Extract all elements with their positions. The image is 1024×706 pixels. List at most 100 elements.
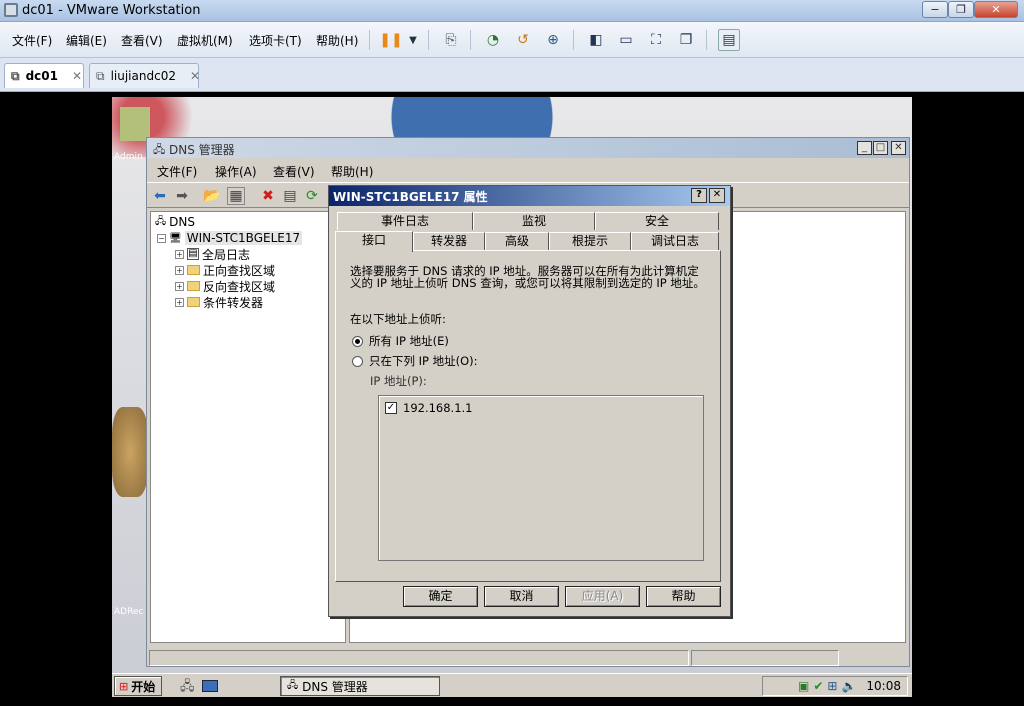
delete-icon[interactable]: ✖ — [259, 187, 277, 205]
menu-help[interactable]: 帮助(H) — [316, 32, 358, 49]
dns-titlebar: 🖧 DNS 管理器 _ □ ✕ — [147, 138, 909, 158]
taskbar-item-dns[interactable]: 🖧 DNS 管理器 — [280, 676, 440, 696]
toolbar-separator — [369, 30, 370, 50]
tree-node-server[interactable]: − 🖥 WIN-STC1BGELE17 — [157, 230, 303, 246]
tree-label: 全局日志 — [202, 247, 251, 262]
console-view-icon[interactable]: ▭ — [615, 29, 637, 51]
tab-event-log[interactable]: 事件日志 — [337, 212, 473, 230]
revert-snapshot-icon[interactable]: ↺ — [512, 29, 534, 51]
send-keys-icon[interactable]: ⎘ — [440, 29, 462, 51]
desktop-icon-label: Admin — [114, 152, 143, 162]
toolbar-separator — [428, 30, 429, 50]
tab-liujiandc02[interactable]: ⧉ liujiandc02 ✕ — [89, 63, 200, 88]
tree-label: DNS — [169, 215, 195, 229]
maximize-button[interactable]: □ — [873, 141, 888, 155]
tab-security[interactable]: 安全 — [595, 212, 719, 230]
volume-icon[interactable]: 🔈 — [841, 679, 856, 693]
unity-icon[interactable]: ❐ — [675, 29, 697, 51]
restore-button[interactable]: ❐ — [948, 1, 974, 18]
desktop-icon[interactable] — [120, 107, 150, 141]
menu-help[interactable]: 帮助(H) — [331, 163, 373, 180]
show-hide-tree-icon[interactable]: ▦ — [227, 187, 245, 205]
back-arrow-icon[interactable]: ⬅ — [151, 187, 169, 205]
tab-root-hints[interactable]: 根提示 — [549, 232, 631, 250]
tab-forwarders[interactable]: 转发器 — [413, 232, 485, 250]
tree-node-conditional-forwarders[interactable]: + 条件转发器 — [175, 294, 263, 310]
tree-node-dns[interactable]: 🖧 DNS — [155, 214, 195, 230]
properties-icon[interactable]: ▤ — [281, 187, 299, 205]
minimize-button[interactable]: _ — [857, 141, 872, 155]
menu-action[interactable]: 操作(A) — [215, 163, 257, 180]
dns-window-title: DNS 管理器 — [169, 143, 235, 157]
collapse-icon[interactable]: − — [157, 233, 166, 243]
cancel-button[interactable]: 取消 — [484, 586, 559, 607]
list-item[interactable]: ✓ 192.168.1.1 — [385, 402, 473, 414]
clock: 10:08 — [866, 679, 901, 693]
expand-icon[interactable]: + — [175, 281, 184, 291]
forward-arrow-icon[interactable]: ➡ — [173, 187, 191, 205]
sidebar-toggle-icon[interactable]: ◧ — [585, 29, 607, 51]
expand-icon[interactable]: + — [175, 249, 184, 259]
guest-screen[interactable]: Admin ADRec 🖧 DNS 管理器 _ □ ✕ 文件(F) 操作(A) … — [112, 97, 912, 697]
close-icon[interactable]: ✕ — [72, 69, 82, 83]
radio-icon — [352, 355, 363, 367]
ip-address-list: ✓ 192.168.1.1 — [378, 395, 704, 561]
close-button[interactable]: ✕ — [709, 188, 725, 203]
help-button[interactable]: 帮助 — [646, 586, 721, 607]
tab-advanced[interactable]: 高级 — [485, 232, 549, 250]
menu-tabs[interactable]: 选项卡(T) — [249, 32, 302, 49]
server-icon: 🖥 — [169, 232, 182, 244]
radio-all-addresses[interactable]: 所有 IP 地址(E) — [352, 335, 449, 347]
tab-interfaces[interactable]: 接口 — [335, 231, 413, 252]
vm-icon: ⧉ — [11, 68, 20, 83]
menu-file[interactable]: 文件(F) — [12, 32, 52, 49]
ip-address: 192.168.1.1 — [403, 401, 473, 415]
menu-view[interactable]: 查看(V) — [273, 163, 315, 180]
radio-selected-icon — [352, 335, 363, 347]
tab-dc01[interactable]: ⧉ dc01 ✕ — [4, 63, 84, 88]
ok-button[interactable]: 确定 — [403, 586, 478, 607]
close-button[interactable]: ✕ — [974, 1, 1018, 18]
interfaces-tab-panel: 选择要服务于 DNS 请求的 IP 地址。服务器可以在所有为此计算机定义的 IP… — [335, 250, 721, 582]
toolbar-separator — [573, 30, 574, 50]
apply-button[interactable]: 应用(A) — [565, 586, 640, 607]
dns-server-icon: 🖧 — [153, 143, 166, 156]
tab-label: dc01 — [25, 69, 58, 83]
chevron-down-icon[interactable]: ▼ — [402, 29, 424, 51]
network-icon[interactable]: ⊞ — [827, 679, 837, 693]
tree-node-reverse-zones[interactable]: + 反向查找区域 — [175, 278, 275, 294]
tab-monitoring[interactable]: 监视 — [473, 212, 595, 230]
pause-icon[interactable]: ❚❚ — [379, 29, 402, 51]
tab-debug-logging[interactable]: 调试日志 — [631, 232, 719, 250]
vmware-tabbar: ⧉ dc01 ✕ ⧉ liujiandc02 ✕ — [0, 58, 1024, 92]
start-button[interactable]: ⊞ 开始 — [114, 676, 162, 696]
tree-node-forward-zones[interactable]: + 正向查找区域 — [175, 262, 275, 278]
close-icon[interactable]: ✕ — [190, 69, 200, 83]
minimize-button[interactable]: − — [922, 1, 948, 18]
close-button[interactable]: ✕ — [891, 141, 906, 155]
wallpaper-object — [112, 407, 148, 497]
menu-edit[interactable]: 编辑(E) — [66, 32, 107, 49]
menu-vm[interactable]: 虚拟机(M) — [177, 32, 233, 49]
snapshot-manager-icon[interactable]: ⊕ — [542, 29, 564, 51]
refresh-icon[interactable]: ⟳ — [303, 187, 321, 205]
expand-icon[interactable]: + — [175, 265, 184, 275]
desktop-icon[interactable] — [202, 680, 218, 692]
thumbnail-view-icon[interactable]: ▤ — [718, 29, 740, 51]
tree-node-global-logs[interactable]: + ▤ 全局日志 — [175, 246, 250, 262]
expand-icon[interactable]: + — [175, 297, 184, 307]
fullscreen-icon[interactable]: ⛶ — [645, 29, 667, 51]
help-button[interactable]: ? — [691, 188, 707, 203]
shield-icon[interactable]: ✔ — [813, 679, 823, 693]
snapshot-icon[interactable]: ◔ — [482, 29, 504, 51]
tray-icon[interactable]: ▣ — [798, 679, 809, 693]
radio-only-addresses[interactable]: 只在下列 IP 地址(O): — [352, 355, 478, 367]
server-manager-icon[interactable]: 🖧 — [180, 677, 195, 697]
checkbox-checked-icon[interactable]: ✓ — [385, 402, 397, 414]
tab-label: liujiandc02 — [110, 69, 176, 83]
menu-view[interactable]: 查看(V) — [121, 32, 163, 49]
menu-file[interactable]: 文件(F) — [157, 163, 197, 180]
tree-label: WIN-STC1BGELE17 — [184, 231, 303, 245]
tree-label: 条件转发器 — [203, 295, 264, 310]
up-folder-icon[interactable]: 📂 — [203, 187, 221, 205]
